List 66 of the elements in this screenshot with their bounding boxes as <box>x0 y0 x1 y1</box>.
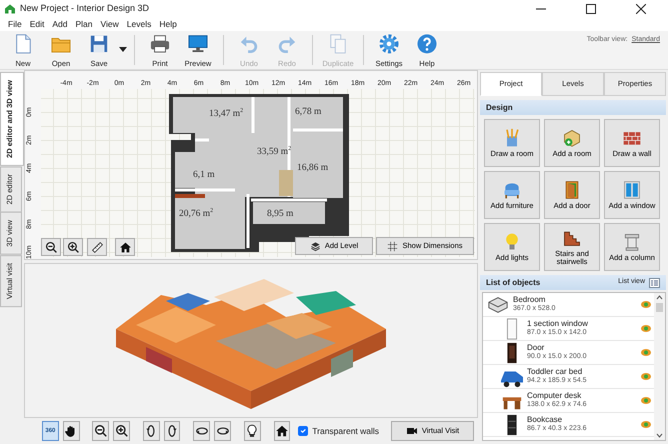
room-area-label: 6,1 m <box>193 170 215 180</box>
video-camera-icon <box>406 425 418 437</box>
object-name: Toddler car bed <box>527 368 584 377</box>
list-view-icon[interactable] <box>649 278 660 288</box>
checkbox[interactable] <box>298 426 308 436</box>
orbit-right-button[interactable] <box>214 421 231 441</box>
eye-icon[interactable] <box>641 421 651 428</box>
checkbox-label: Transparent walls <box>312 424 380 438</box>
room-area-label: 33,59 m$^{2}$ <box>257 146 292 157</box>
home-icon <box>118 240 132 254</box>
menu-item[interactable]: Help <box>155 18 181 31</box>
zoom-in-button[interactable] <box>63 238 83 256</box>
zoom-out-button[interactable] <box>41 238 61 256</box>
light-button[interactable] <box>244 421 261 441</box>
home-icon <box>274 424 289 438</box>
eye-icon[interactable] <box>641 325 651 332</box>
menu-item[interactable]: File <box>4 18 26 31</box>
rotate-right-button[interactable] <box>164 421 180 441</box>
zoom-in-icon <box>114 424 129 438</box>
close-icon <box>636 4 646 14</box>
scrollbar[interactable] <box>654 293 665 440</box>
menu-item[interactable]: View <box>96 18 123 31</box>
maximize-icon <box>586 4 596 14</box>
section-header: Design <box>480 100 666 115</box>
dimensions-icon <box>387 240 398 252</box>
window-icon <box>622 180 642 200</box>
object-name: Bookcase <box>527 416 564 425</box>
eye-icon[interactable] <box>641 373 651 380</box>
zoom-in-button[interactable] <box>113 421 130 441</box>
home-button[interactable] <box>274 421 290 441</box>
eye-icon[interactable] <box>641 349 651 356</box>
room-area-label: 20,76 m$^{2}$ <box>179 208 214 219</box>
menu-item[interactable]: Levels <box>122 18 156 31</box>
zoom-out-icon <box>94 424 108 438</box>
zoom-in-icon <box>66 240 80 254</box>
room-area-label: 13,47 m$^{2}$ <box>209 108 244 119</box>
menu-item[interactable]: Add <box>48 18 72 31</box>
section-title: List of objects <box>486 276 540 288</box>
object-name: Door <box>527 344 546 353</box>
object-name: 1 section window <box>527 320 589 329</box>
object-name: Computer desk <box>527 392 582 401</box>
pan-button[interactable] <box>62 421 80 441</box>
zoom-out-button[interactable] <box>92 421 110 441</box>
layers-icon <box>310 240 321 252</box>
monitor-icon <box>187 33 209 55</box>
room-area-label: 16,86 m <box>297 163 328 173</box>
eye-icon[interactable] <box>641 397 651 404</box>
room-icon <box>562 128 582 148</box>
rotate-left-button[interactable] <box>142 421 160 441</box>
caret-icon <box>119 47 127 52</box>
window-title: New Project - Interior Design 3D <box>20 2 150 16</box>
ruler-button[interactable] <box>87 238 107 256</box>
minimize-icon <box>536 8 546 10</box>
ruler-icon <box>90 240 104 254</box>
light-bulb-icon <box>245 424 260 438</box>
zoom-out-icon <box>44 240 58 254</box>
room-area-label: 8,95 m <box>267 209 294 219</box>
orbit-left-button[interactable] <box>193 421 210 441</box>
eye-icon[interactable] <box>641 301 651 308</box>
menu-item[interactable]: Edit <box>26 18 48 31</box>
room-area-label: 6,78 m <box>295 107 322 117</box>
house-icon <box>4 3 16 15</box>
column-icon <box>622 232 642 252</box>
home-button[interactable] <box>115 238 135 256</box>
menu-item[interactable]: Plan <box>71 18 96 31</box>
object-name: Bedroom <box>513 296 546 305</box>
